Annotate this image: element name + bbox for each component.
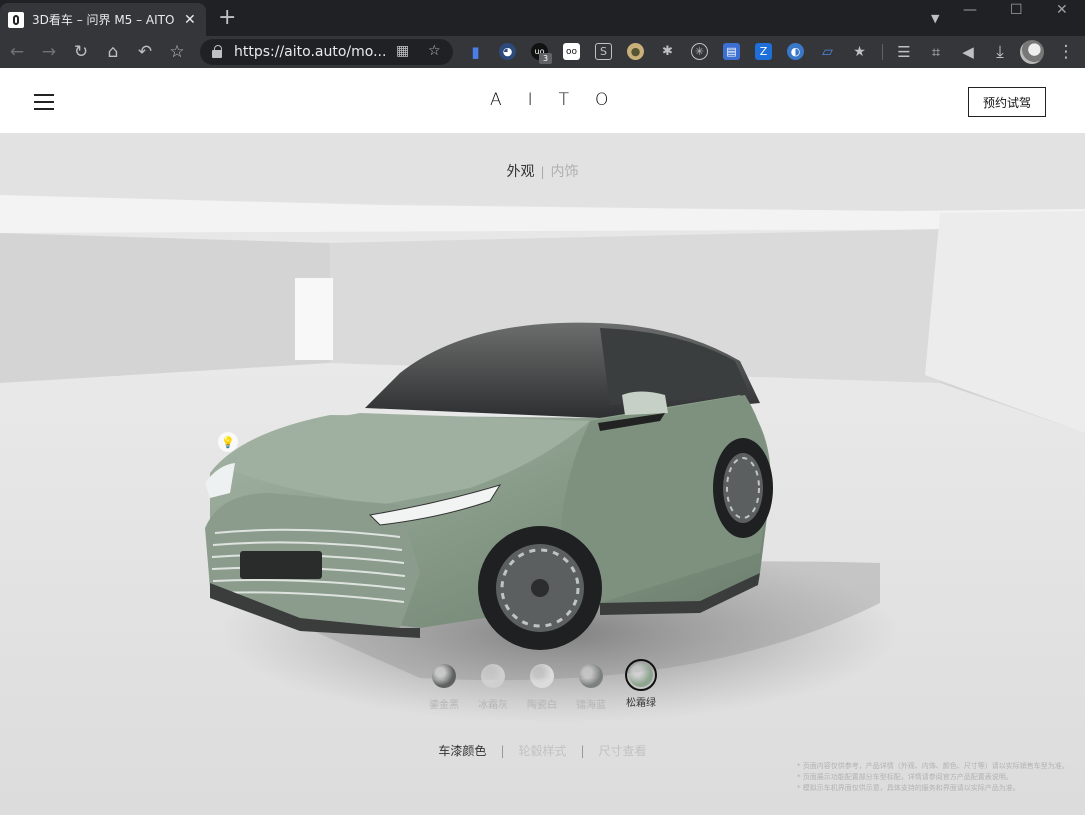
download-icon[interactable]: ⤓ <box>988 40 1012 64</box>
new-tab-icon[interactable]: + <box>218 6 236 30</box>
reload-icon[interactable]: ↻ <box>69 40 93 64</box>
color-dot <box>530 664 554 688</box>
close-window-icon[interactable]: ✕ <box>1056 2 1068 18</box>
extension-chat-icon[interactable]: ▤ <box>723 43 740 60</box>
mute-speaker-icon[interactable]: ◀ <box>956 40 980 64</box>
web-page: AITO 预约试驾 外观 | 内饰 💡 鎏金黑 冰霜灰 陶瓷白 镭海蓝 松霜绿 … <box>0 68 1085 815</box>
toolbar-divider <box>882 44 883 60</box>
extension-puzzle-star-icon[interactable]: ★ <box>851 43 868 60</box>
color-swatch[interactable]: 陶瓷白 <box>518 659 566 711</box>
extension-badge: 3 <box>539 53 552 64</box>
extension-s-icon[interactable]: S <box>595 43 612 60</box>
extension-oo-icon[interactable]: oo <box>563 43 580 60</box>
extension-earth-icon[interactable]: ◐ <box>787 43 804 60</box>
color-swatch[interactable]: 镭海蓝 <box>567 659 615 711</box>
color-swatch-selected[interactable]: 松霜绿 <box>617 659 665 709</box>
color-dot <box>629 663 653 687</box>
minimize-icon[interactable]: — <box>963 2 977 18</box>
back-icon[interactable]: ← <box>5 40 29 64</box>
crop-icon[interactable]: ⌗ <box>924 40 948 64</box>
site-header: AITO 预约试驾 <box>0 68 1085 133</box>
extension-globe-icon[interactable]: ◕ <box>499 43 516 60</box>
extension-bug-icon[interactable]: ✱ <box>659 43 676 60</box>
config-subtabs: 车漆颜色 | 轮毂样式 | 尺寸查看 <box>0 742 1085 759</box>
light-bulb-hotspot-icon[interactable]: 💡 <box>218 432 238 452</box>
tab-dimensions[interactable]: 尺寸查看 <box>599 742 647 759</box>
browser-tab-active[interactable]: 3D看车 – 问界 M5 – AITO ✕ <box>0 3 206 36</box>
mode-separator: | <box>540 165 545 179</box>
hamburger-menu-icon[interactable] <box>34 94 54 110</box>
disclaimer: * 页面内容仅供参考，产品详情（外观、内饰、颜色、尺寸等）请以实际销售车型为准。… <box>797 761 1082 794</box>
bookmark-star-icon[interactable]: ☆ <box>165 40 189 64</box>
extension-folder-icon[interactable]: ▱ <box>819 43 836 60</box>
book-test-drive-button[interactable]: 预约试驾 <box>968 87 1046 117</box>
extension-translate-icon[interactable]: Z <box>755 43 772 60</box>
color-dot <box>432 664 456 688</box>
address-bar[interactable]: https://aito.auto/mo... ▦ ☆ <box>200 39 453 65</box>
view-mode-switch: 外观 | 内饰 <box>0 161 1085 181</box>
color-swatch[interactable]: 冰霜灰 <box>469 659 517 711</box>
extension-cookie-icon[interactable]: ● <box>627 43 644 60</box>
color-name: 镭海蓝 <box>576 700 606 711</box>
disclaimer-line: * 页面内容仅供参考，产品详情（外观、内饰、颜色、尺寸等）请以实际销售车型为准。 <box>797 762 1069 770</box>
url-text: https://aito.auto/mo... <box>234 44 387 60</box>
tab-search-chevron-icon[interactable]: ▼ <box>931 12 939 25</box>
browser-tabbar: 3D看车 – 问界 M5 – AITO ✕ + ▼ — ☐ ✕ <box>0 0 1085 36</box>
color-name: 陶瓷白 <box>527 700 557 711</box>
3d-car-viewer[interactable]: 外观 | 内饰 💡 鎏金黑 冰霜灰 陶瓷白 镭海蓝 松霜绿 车漆颜色 | 轮毂样… <box>0 133 1085 815</box>
aito-logo[interactable]: AITO <box>490 90 634 110</box>
color-name: 冰霜灰 <box>478 700 508 711</box>
tab-paint-color[interactable]: 车漆颜色 <box>438 742 486 759</box>
disclaimer-line: * 模拟示车机界面仅供示意，具体支持的服务和界面请以实际产品为准。 <box>797 784 1020 792</box>
qr-code-icon[interactable]: ▦ <box>396 43 409 59</box>
bookmark-extension-icon[interactable]: ▮ <box>467 43 484 61</box>
tab-title: 3D看车 – 问界 M5 – AITO <box>32 13 175 27</box>
forward-icon[interactable]: → <box>37 40 61 64</box>
star-icon[interactable]: ☆ <box>428 43 441 59</box>
color-dot <box>579 664 603 688</box>
color-swatch[interactable]: 鎏金黑 <box>420 659 468 711</box>
selected-ring <box>625 659 657 691</box>
home-icon[interactable]: ⌂ <box>101 40 125 64</box>
disclaimer-line: * 页面展示功能配置部分车型标配，详情请参阅官方产品配置表说明。 <box>797 773 1013 781</box>
profile-avatar[interactable] <box>1020 40 1044 64</box>
browser-menu-icon[interactable]: ⋮ <box>1054 40 1078 64</box>
undo-close-tab-icon[interactable]: ↶ <box>133 40 157 64</box>
color-name: 松霜绿 <box>626 698 656 709</box>
tab-exterior[interactable]: 外观 <box>506 164 534 180</box>
color-swatches: 鎏金黑 冰霜灰 陶瓷白 镭海蓝 松霜绿 <box>420 659 670 719</box>
color-dot <box>481 664 505 688</box>
tab-wheel-style[interactable]: 轮毂样式 <box>518 742 566 759</box>
browser-toolbar: ← → ↻ ⌂ ↶ ☆ https://aito.auto/mo... ▦ ☆ … <box>0 36 1085 68</box>
tab-interior[interactable]: 内饰 <box>551 164 579 180</box>
color-name: 鎏金黑 <box>429 700 459 711</box>
extension-compass-icon[interactable]: ✳ <box>691 43 708 60</box>
subtab-separator: | <box>500 744 505 758</box>
aito-favicon-icon <box>8 11 24 28</box>
reading-list-icon[interactable]: ☰ <box>892 40 916 64</box>
maximize-icon[interactable]: ☐ <box>1010 2 1023 18</box>
tab-close-icon[interactable]: ✕ <box>184 12 196 28</box>
lock-icon <box>212 45 222 58</box>
subtab-separator: | <box>580 744 585 758</box>
